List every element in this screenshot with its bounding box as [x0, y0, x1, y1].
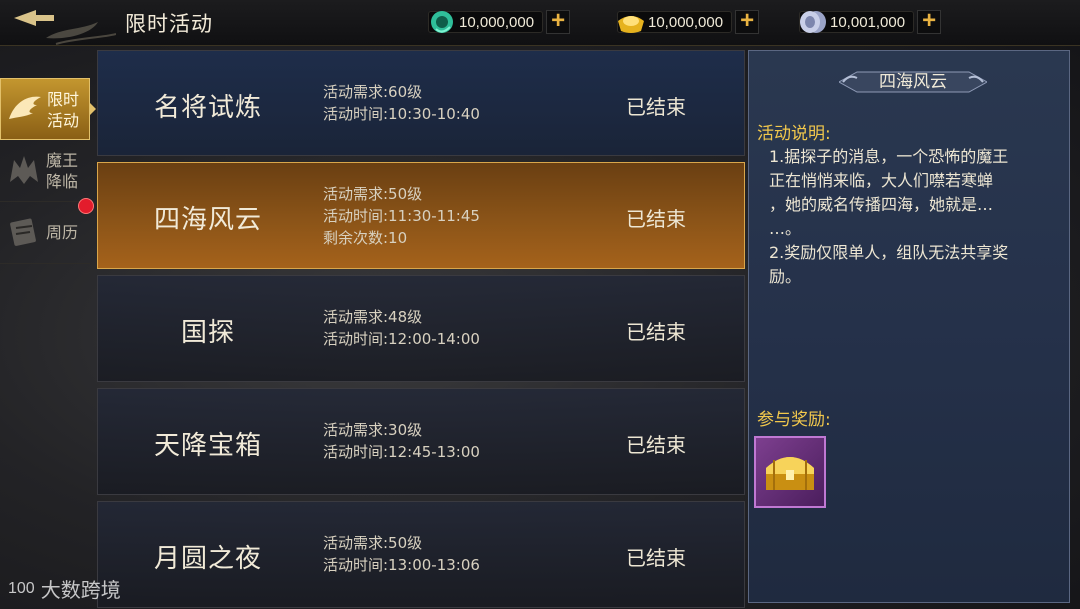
- add-gold-button[interactable]: +: [735, 9, 760, 34]
- activity-row[interactable]: 月圆之夜 活动需求:50级 活动时间:13:00-13:06 已结束: [97, 501, 745, 608]
- top-bar: 限时活动 10,000,000 + 10,000,000 + 10,001,00…: [0, 0, 1080, 46]
- notification-badge: [78, 198, 94, 214]
- activity-row[interactable]: 国探 活动需求:48级 活动时间:12:00-14:00 已结束: [97, 275, 745, 382]
- activity-list: 名将试炼 活动需求:60级 活动时间:10:30-10:40 已结束 四海风云 活…: [97, 50, 745, 609]
- page-title: 限时活动: [125, 12, 213, 36]
- activity-status: 已结束: [626, 546, 686, 570]
- watermark: 100 大数跨境: [8, 574, 121, 603]
- back-arrow-icon: [14, 10, 117, 45]
- jade-coin-icon: [431, 11, 453, 33]
- currency-gold: 10,000,000 +: [617, 9, 760, 35]
- currency-silver: 10,001,000 +: [799, 9, 942, 35]
- watermark-logo: 100: [8, 579, 35, 597]
- active-indicator-arrow: [90, 103, 96, 115]
- activity-name: 名将试炼: [153, 93, 262, 123]
- activity-name: 天降宝箱: [153, 431, 262, 461]
- nav-item-label: 限时 活动: [47, 90, 80, 130]
- nav-item-weekly-calendar[interactable]: 周历: [0, 198, 94, 264]
- demon-icon: [10, 156, 38, 184]
- activity-info: 活动需求:60级 活动时间:10:30-10:40: [323, 83, 480, 123]
- treasure-chest-icon: [766, 457, 814, 490]
- watermark-text: 大数跨境: [40, 578, 121, 602]
- side-nav: 限时 活动 魔王 降临 周历: [0, 78, 96, 264]
- back-button[interactable]: [6, 4, 117, 48]
- panel-title-banner: 四海风云: [839, 68, 987, 96]
- activity-detail-panel: 四海风云 活动说明: 1.据探子的消息，一个恐怖的魔王 正在悄悄来临，大人们噤若…: [748, 50, 1070, 603]
- nav-item-label: 周历: [46, 223, 79, 242]
- activity-status: 已结束: [626, 95, 686, 119]
- activity-name: 四海风云: [153, 205, 262, 235]
- reward-heading: 参与奖励:: [757, 410, 831, 430]
- activity-info: 活动需求:50级 活动时间:11:30-11:45 剩余次数:10: [323, 185, 480, 247]
- nav-item-limited-activity[interactable]: 限时 活动: [0, 78, 96, 140]
- activity-name: 国探: [180, 318, 235, 348]
- panel-title: 四海风云: [879, 72, 947, 92]
- activity-status: 已结束: [626, 207, 686, 231]
- activity-info: 活动需求:30级 活动时间:12:45-13:00: [323, 421, 480, 461]
- silver-coin-icon: [800, 11, 826, 33]
- calendar-icon: [10, 218, 36, 246]
- gold-ingot-icon: [618, 16, 644, 33]
- currency-jade: 10,000,000 +: [428, 9, 571, 35]
- activity-info: 活动需求:48级 活动时间:12:00-14:00: [323, 308, 480, 348]
- reward-item-slot[interactable]: [754, 436, 826, 508]
- add-jade-button[interactable]: +: [546, 9, 571, 34]
- activity-name: 月圆之夜: [153, 544, 262, 574]
- description-heading: 活动说明:: [757, 124, 831, 144]
- wing-icon: [9, 96, 41, 119]
- activity-status: 已结束: [626, 433, 686, 457]
- nav-item-demon-descent[interactable]: 魔王 降临: [0, 140, 90, 202]
- description-text: 1.据探子的消息，一个恐怖的魔王 正在悄悄来临，大人们噤若寒蝉 ，她的威名传播四…: [769, 147, 1009, 286]
- activity-info: 活动需求:50级 活动时间:13:00-13:06: [323, 534, 480, 574]
- activity-row[interactable]: 天降宝箱 活动需求:30级 活动时间:12:45-13:00 已结束: [97, 388, 745, 495]
- add-silver-button[interactable]: +: [917, 9, 942, 34]
- nav-item-label: 魔王 降临: [46, 151, 79, 191]
- activity-status: 已结束: [626, 320, 686, 344]
- activity-row[interactable]: 名将试炼 活动需求:60级 活动时间:10:30-10:40 已结束: [97, 50, 745, 156]
- activity-row-selected[interactable]: 四海风云 活动需求:50级 活动时间:11:30-11:45 剩余次数:10 已结束: [97, 162, 745, 269]
